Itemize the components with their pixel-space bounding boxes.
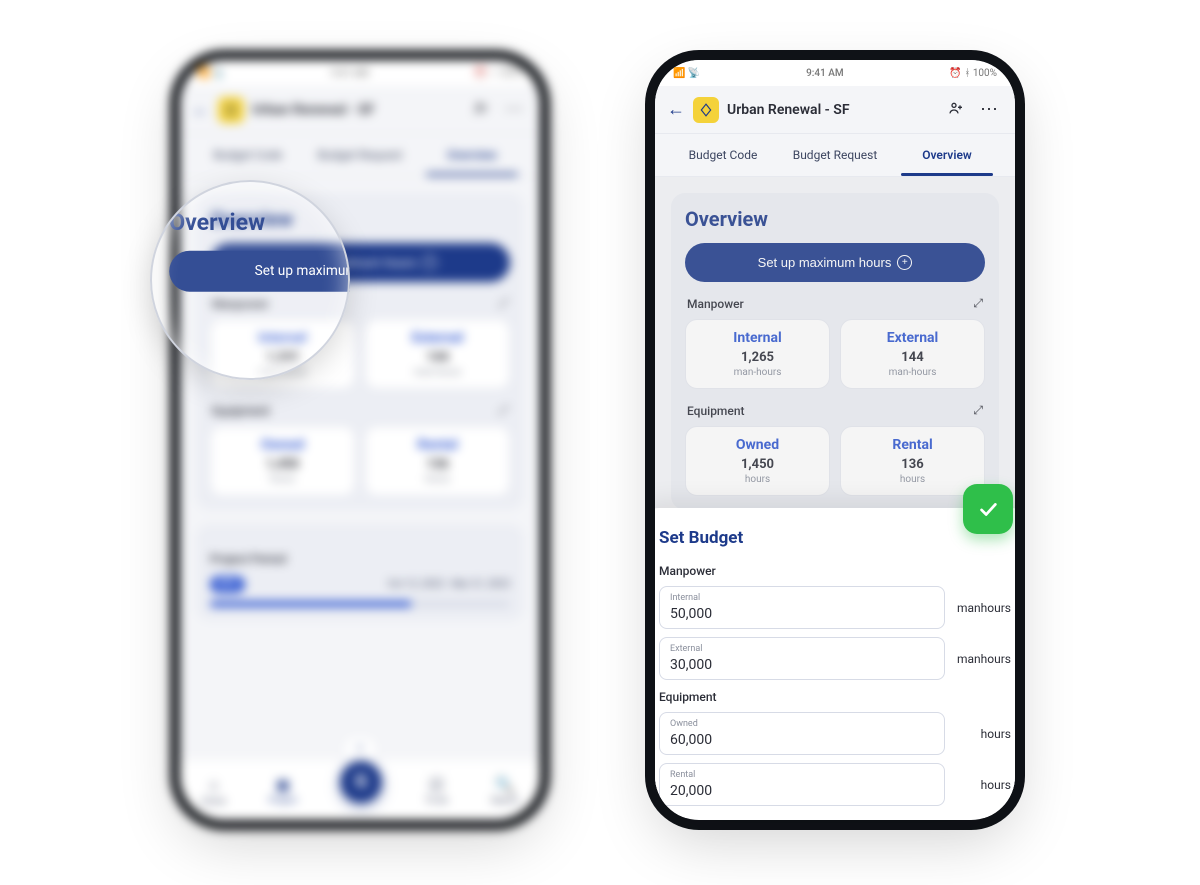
card-equipment-owned[interactable]: Owned 1,450 hours — [210, 426, 355, 496]
expand-icon[interactable]: ⤢ — [498, 296, 508, 311]
field-rental[interactable]: Rental — [659, 763, 945, 806]
tabs: Budget Code Budget Request Overview — [180, 134, 540, 177]
plus-circle-icon: + — [422, 255, 437, 270]
tab-budget-code[interactable]: Budget Code — [667, 134, 779, 176]
magnifier: Overview Set up maximum hours + — [150, 180, 350, 380]
header-title: Urban Renewal - SF — [727, 102, 936, 118]
internal-input[interactable] — [670, 606, 934, 622]
status-time: 9:41 AM — [225, 68, 474, 79]
content: Overview Set up maximum hours + Manpower… — [655, 177, 1015, 818]
project-period-percent: 67% — [210, 576, 245, 593]
field-owned-label: Owned — [670, 719, 934, 729]
field-external-label: External — [670, 644, 934, 654]
card-manpower-internal[interactable]: Internal 1,265 man-hours — [685, 319, 830, 389]
status-left-icons: 📶 📡 — [198, 68, 225, 79]
status-right: ⏰ ᚼ 100% — [474, 68, 522, 79]
nav-home[interactable]: ⌂ Home — [202, 775, 226, 807]
tab-budget-request[interactable]: Budget Request — [304, 134, 416, 176]
owned-input[interactable] — [670, 732, 934, 748]
tab-overview[interactable]: Overview — [416, 134, 528, 176]
tabs: Budget Code Budget Request Overview — [655, 134, 1015, 177]
expand-icon[interactable]: ⤢ — [973, 296, 983, 311]
phone-mock-left: 📶 📡 9:41 AM ⏰ ᚼ 100% ← Urban Renewal - S… — [180, 60, 540, 820]
app-logo-icon — [693, 97, 719, 123]
status-time: 9:41 AM — [700, 68, 949, 79]
app-logo-icon — [218, 97, 244, 123]
plus-circle-icon: + — [897, 255, 912, 270]
more-icon[interactable]: ⋯ — [976, 99, 1003, 120]
field-internal-label: Internal — [670, 593, 934, 603]
nav-project[interactable]: ▣ Project — [269, 775, 297, 806]
magnifier-button: Set up maximum hours + — [169, 251, 350, 292]
tab-budget-request[interactable]: Budget Request — [779, 134, 891, 176]
field-internal[interactable]: Internal — [659, 586, 945, 629]
status-bar: 📶 📡 9:41 AM ⏰ ᚼ 100% — [180, 60, 540, 86]
equipment-label: Equipment — [687, 404, 745, 418]
confirm-button[interactable] — [963, 484, 1013, 534]
unit-hours: hours — [955, 778, 1011, 792]
add-user-icon[interactable] — [469, 100, 493, 120]
field-rental-label: Rental — [670, 770, 934, 780]
nav-center-fab[interactable]: G — [340, 761, 382, 803]
sheet-manpower-label: Manpower — [659, 564, 1011, 578]
project-period-range: Oct 12, 2022 - Mar 31, 2023 — [388, 579, 510, 590]
unit-hours: hours — [955, 727, 1011, 741]
back-icon[interactable]: ← — [192, 99, 210, 120]
card-equipment-owned[interactable]: Owned 1,450 hours — [685, 426, 830, 496]
sheet-title: Set Budget — [659, 528, 1011, 548]
card-equipment-rental[interactable]: Rental 136 hours — [840, 426, 985, 496]
progress-track — [210, 601, 510, 607]
progress-fill — [210, 601, 411, 607]
card-manpower-external[interactable]: External 144 man-hours — [840, 319, 985, 389]
setup-button-label: Set up maximum hours — [758, 255, 892, 270]
more-icon[interactable]: ⋯ — [501, 99, 528, 120]
search-icon: 🔍 — [495, 775, 515, 794]
back-icon[interactable]: ← — [667, 99, 685, 120]
add-user-icon[interactable] — [944, 100, 968, 120]
setup-max-hours-button[interactable]: Set up maximum hours + — [685, 243, 985, 282]
project-icon: ▣ — [275, 775, 290, 794]
app-header: ← Urban Renewal - SF ⋯ — [180, 86, 540, 134]
phone-mock-right: 📶 📡 9:41 AM ⏰ ᚼ 100% ← Urban Renewal - S… — [655, 60, 1015, 820]
home-icon: ⌂ — [209, 775, 219, 795]
manpower-label: Manpower — [687, 297, 744, 311]
sheet-equipment-label: Equipment — [659, 690, 1011, 704]
tab-budget-code[interactable]: Budget Code — [192, 134, 304, 176]
external-input[interactable] — [670, 657, 934, 673]
chevron-up-icon[interactable]: ˄ — [343, 736, 377, 760]
unit-manhours: manhours — [955, 652, 1011, 666]
status-right: ⏰ ᚼ 100% — [949, 68, 997, 79]
check-icon — [977, 498, 999, 520]
status-bar: 📶 📡 9:41 AM ⏰ ᚼ 100% — [655, 60, 1015, 86]
rental-input[interactable] — [670, 783, 934, 799]
status-left-icons: 📶 📡 — [673, 68, 700, 79]
unit-manhours: manhours — [955, 601, 1011, 615]
todo-icon: ☑ — [429, 775, 443, 794]
app-header: ← Urban Renewal - SF ⋯ — [655, 86, 1015, 134]
card-equipment-rental[interactable]: Rental 136 hours — [365, 426, 510, 496]
field-owned[interactable]: Owned — [659, 712, 945, 755]
expand-icon[interactable]: ⤢ — [498, 403, 508, 418]
card-manpower-external[interactable]: External 144 man-hours — [365, 319, 510, 389]
field-external[interactable]: External — [659, 637, 945, 680]
header-title: Urban Renewal - SF — [252, 102, 461, 118]
tab-overview[interactable]: Overview — [891, 134, 1003, 176]
page-title: Overview — [685, 207, 985, 231]
nav-todo[interactable]: ☑ To-do — [425, 775, 448, 806]
equipment-label: Equipment — [212, 404, 270, 418]
nav-search[interactable]: 🔍 Search — [491, 775, 519, 806]
magnifier-title: Overview — [169, 210, 337, 236]
set-budget-sheet: Set Budget Manpower Internal manhours Ex… — [655, 508, 1015, 818]
bottom-nav: ⌂ Home ▣ Project G ☑ To-do 🔍 Search — [180, 760, 540, 820]
expand-icon[interactable]: ⤢ — [973, 403, 983, 418]
project-period-label: Project Period — [210, 552, 510, 566]
